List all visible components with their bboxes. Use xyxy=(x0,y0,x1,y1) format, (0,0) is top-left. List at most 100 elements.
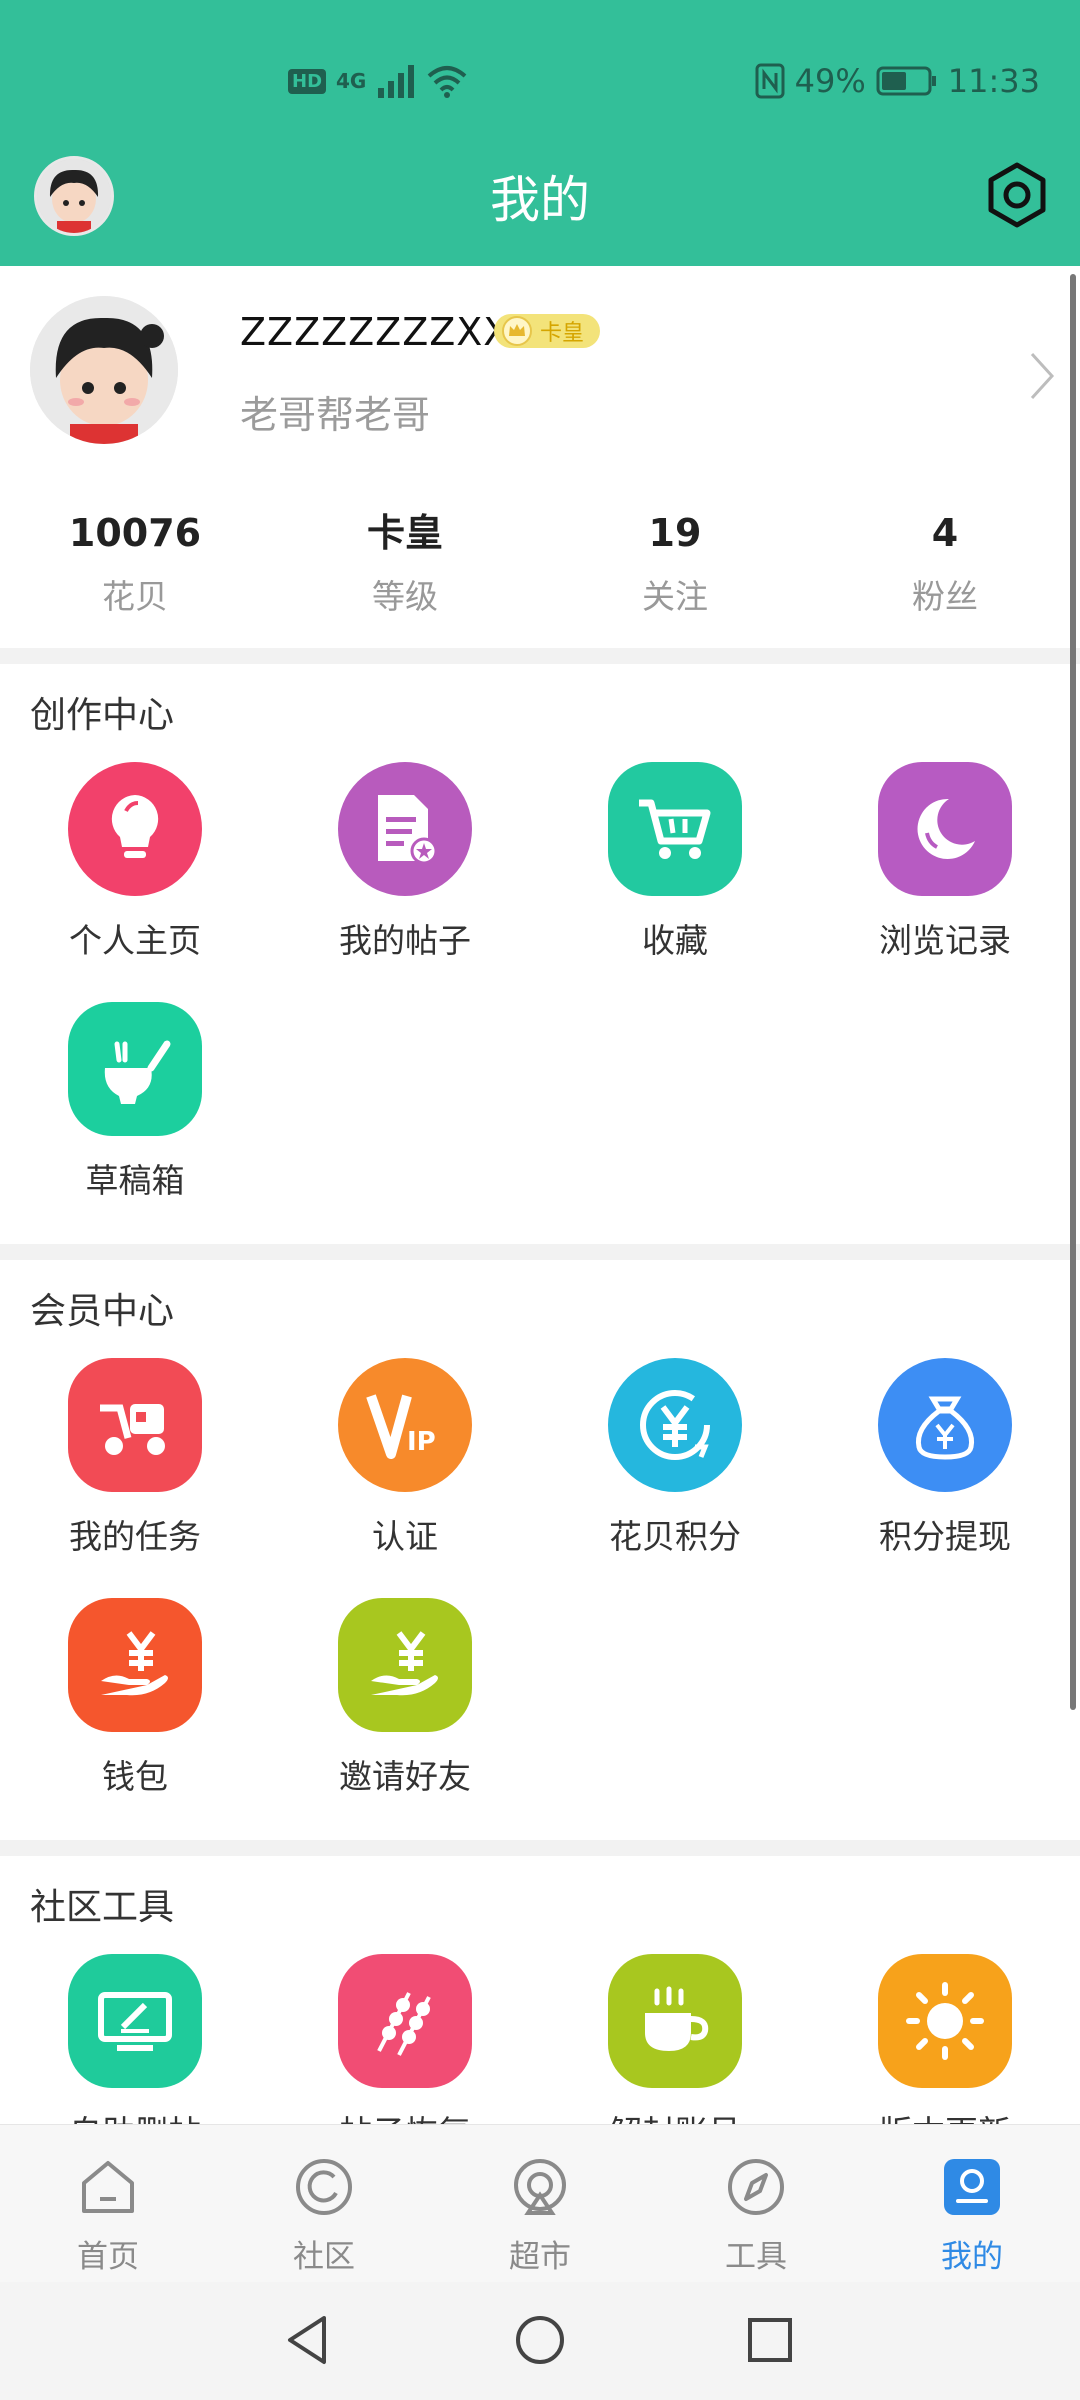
status-bar-right: 49% 11:33 xyxy=(755,58,1040,104)
menu-item-points[interactable]: 花贝积分 xyxy=(540,1358,810,1598)
tab-home[interactable]: 首页 xyxy=(0,2125,216,2283)
menu-item-label: 个人主页 xyxy=(69,921,201,960)
username: ZZZZZZZZXX xyxy=(240,310,511,354)
section-member: 会员中心 我的任务 IP 认证 花贝积分 积分提现 钱包 邀请好友 xyxy=(0,1260,1080,1840)
tab-label: 我的 xyxy=(941,2239,1003,2275)
menu-item-label: 花贝积分 xyxy=(609,1517,741,1556)
menu-item-update[interactable]: 版本更新 xyxy=(810,1954,1080,2124)
menu-item-unban[interactable]: 解封账号 xyxy=(540,1954,810,2124)
tab-mine[interactable]: 我的 xyxy=(864,2125,1080,2283)
sun-icon xyxy=(878,1954,1012,2088)
menu-item-label: 认证 xyxy=(372,1517,438,1556)
svg-text:IP: IP xyxy=(407,1427,436,1457)
app-header: HD 4G 49% 11:33 我的 xyxy=(0,0,1080,266)
stat-level[interactable]: 卡皇 等级 xyxy=(270,508,540,618)
home-circle-icon[interactable] xyxy=(512,2312,568,2368)
yuan-exchange-icon xyxy=(608,1358,742,1492)
tab-label: 社区 xyxy=(293,2239,355,2275)
profile-icon xyxy=(944,2159,1000,2215)
signal-icon xyxy=(378,65,415,98)
stat-fans[interactable]: 4 粉丝 xyxy=(810,508,1080,618)
stat-following[interactable]: 19 关注 xyxy=(540,508,810,618)
tab-tools[interactable]: 工具 xyxy=(648,2125,864,2283)
back-icon[interactable] xyxy=(280,2312,336,2368)
user-signature: 老哥帮老哥 xyxy=(240,393,431,437)
menu-item-verify[interactable]: IP 认证 xyxy=(270,1358,540,1598)
menu-item-history[interactable]: 浏览记录 xyxy=(810,762,1080,1002)
tab-community[interactable]: 社区 xyxy=(216,2125,432,2283)
section-creation: 创作中心 个人主页 我的帖子 收藏 浏览记录 草稿箱 xyxy=(0,664,1080,1244)
stat-label: 花贝 xyxy=(102,577,168,616)
home-icon xyxy=(82,2161,134,2213)
menu-item-withdraw[interactable]: 积分提现 xyxy=(810,1358,1080,1598)
scooter-icon xyxy=(68,1358,202,1492)
menu-item-label: 我的任务 xyxy=(69,1517,201,1556)
menu-item-label: 自助删帖 xyxy=(0,2106,270,2124)
badge-label: 卡皇 xyxy=(540,321,585,346)
tab-label: 工具 xyxy=(725,2239,787,2275)
coffee-cup-icon xyxy=(608,1954,742,2088)
menu-item-label: 收藏 xyxy=(642,921,708,960)
system-navigation-bar xyxy=(0,2282,1080,2400)
hd-indicator: HD xyxy=(288,68,327,94)
menu-item-wallet[interactable]: 钱包 xyxy=(0,1598,270,1838)
nfc-icon xyxy=(755,63,785,99)
community-icon xyxy=(296,2159,352,2215)
profile-card[interactable]: ZZZZZZZZXX 卡皇 老哥帮老哥 10076 花贝 卡皇 等级 19 关注… xyxy=(0,266,1080,648)
menu-item-label: 积分提现 xyxy=(879,1517,1011,1556)
menu-item-label: 解封账号 xyxy=(540,2106,810,2124)
hand-yuan-icon xyxy=(68,1598,202,1732)
menu-item-drafts[interactable]: 草稿箱 xyxy=(0,1002,270,1242)
recents-icon[interactable] xyxy=(742,2312,798,2368)
menu-item-label: 我的帖子 xyxy=(339,921,471,960)
chevron-right-icon[interactable] xyxy=(1026,350,1058,402)
compass-icon xyxy=(728,2159,784,2215)
settings-icon[interactable] xyxy=(984,162,1050,228)
shopping-cart-icon xyxy=(608,762,742,896)
menu-item-invite[interactable]: 邀请好友 xyxy=(270,1598,540,1838)
menu-item-label: 钱包 xyxy=(102,1757,168,1796)
profile-stats: 10076 花贝 卡皇 等级 19 关注 4 粉丝 xyxy=(0,508,1080,618)
stat-value: 4 xyxy=(931,511,959,555)
profile-avatar[interactable] xyxy=(30,296,178,444)
menu-item-restore-post[interactable]: 帖子恢复 xyxy=(270,1954,540,2124)
post-document-icon xyxy=(338,762,472,896)
tools-grid: 自助删帖 帖子恢复 解封账号 版本更新 xyxy=(0,1954,1080,2124)
menu-item-tasks[interactable]: 我的任务 xyxy=(0,1358,270,1598)
battery-icon xyxy=(876,66,936,96)
menu-item-label: 浏览记录 xyxy=(879,921,1011,960)
stat-huabei[interactable]: 10076 花贝 xyxy=(0,508,270,618)
menu-item-delete-post[interactable]: 自助删帖 xyxy=(0,1954,270,2124)
tab-market[interactable]: 超市 xyxy=(432,2125,648,2283)
bottom-tab-bar: 首页 社区 超市 工具 我的 xyxy=(0,2124,1080,2283)
money-bag-icon xyxy=(878,1358,1012,1492)
creation-grid: 个人主页 我的帖子 收藏 浏览记录 草稿箱 xyxy=(0,762,1080,1242)
stat-value: 10076 xyxy=(68,511,202,555)
market-icon xyxy=(514,2159,566,2215)
crown-icon xyxy=(502,316,532,346)
scrollbar[interactable] xyxy=(1070,274,1076,1710)
menu-item-label: 版本更新 xyxy=(810,2106,1080,2124)
menu-item-label: 草稿箱 xyxy=(85,1161,185,1200)
moon-icon xyxy=(878,762,1012,896)
menu-item-favorites[interactable]: 收藏 xyxy=(540,762,810,1002)
lightbulb-icon xyxy=(68,762,202,896)
stat-value: 19 xyxy=(648,511,702,555)
section-title: 社区工具 xyxy=(30,1887,175,1928)
network-type: 4G xyxy=(336,69,367,93)
menu-item-my-posts[interactable]: 我的帖子 xyxy=(270,762,540,1002)
status-bar-left: HD 4G xyxy=(288,58,468,104)
menu-item-homepage[interactable]: 个人主页 xyxy=(0,762,270,1002)
monitor-edit-icon xyxy=(68,1954,202,2088)
menu-item-label: 邀请好友 xyxy=(339,1757,471,1796)
page-title: 我的 xyxy=(490,171,590,229)
stat-label: 等级 xyxy=(372,577,438,616)
stat-value: 卡皇 xyxy=(366,511,443,555)
skewer-icon xyxy=(338,1954,472,2088)
section-title: 会员中心 xyxy=(30,1291,175,1332)
stat-label: 粉丝 xyxy=(912,577,978,616)
stat-label: 关注 xyxy=(642,577,708,616)
vip-badge: 卡皇 xyxy=(494,314,601,348)
tab-label: 首页 xyxy=(77,2239,139,2275)
draft-box-icon xyxy=(68,1002,202,1136)
